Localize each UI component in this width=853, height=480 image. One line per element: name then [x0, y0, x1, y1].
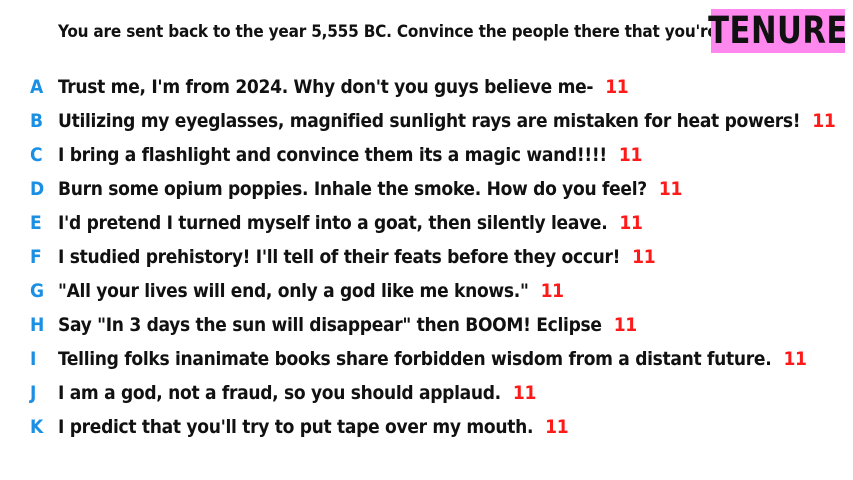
answer-row: K I predict that you'll try to put tape …: [0, 410, 853, 444]
answer-score: 11: [812, 110, 836, 132]
answer-letter: C: [30, 144, 43, 166]
answer-text: Say "In 3 days the sun will disappear" t…: [58, 314, 637, 336]
answer-letter: J: [30, 382, 37, 404]
answer-row: F I studied prehistory! I'll tell of the…: [0, 240, 853, 274]
answer-body: I predict that you'll try to put tape ov…: [58, 416, 534, 438]
answer-body: I am a god, not a fraud, so you should a…: [58, 382, 501, 404]
answer-text: Utilizing my eyeglasses, magnified sunli…: [58, 110, 836, 132]
answer-body: Burn some opium poppies. Inhale the smok…: [58, 178, 647, 200]
answer-body: "All your lives will end, only a god lik…: [58, 280, 529, 302]
answer-letter: G: [30, 280, 45, 302]
prompt-text: You are sent back to the year 5,555 BC. …: [58, 22, 776, 42]
answer-row: A Trust me, I'm from 2024. Why don't you…: [0, 70, 853, 104]
answer-text: Telling folks inanimate books share forb…: [58, 348, 807, 370]
answer-text: Burn some opium poppies. Inhale the smok…: [58, 178, 682, 200]
answer-text: I predict that you'll try to put tape ov…: [58, 416, 569, 438]
answer-row: J I am a god, not a fraud, so you should…: [0, 376, 853, 410]
answer-row: C I bring a flashlight and convince them…: [0, 138, 853, 172]
answer-score: 11: [618, 144, 643, 166]
answer-score: 11: [512, 382, 537, 404]
answer-row: E I'd pretend I turned myself into a goa…: [0, 206, 853, 240]
answer-letter: A: [30, 76, 44, 98]
answer-score: 11: [545, 416, 569, 438]
answer-body: Telling folks inanimate books share forb…: [58, 348, 772, 370]
answer-score: 11: [540, 280, 564, 302]
answer-score: 11: [613, 314, 637, 336]
answer-text: I studied prehistory! I'll tell of their…: [58, 246, 656, 268]
answer-letter: E: [30, 212, 42, 234]
answer-letter: K: [30, 416, 44, 438]
answer-score: 11: [605, 76, 629, 98]
answer-row: D Burn some opium poppies. Inhale the sm…: [0, 172, 853, 206]
answer-body: Utilizing my eyeglasses, magnified sunli…: [58, 110, 801, 132]
answer-text: "All your lives will end, only a god lik…: [58, 280, 564, 302]
answer-row: B Utilizing my eyeglasses, magnified sun…: [0, 104, 853, 138]
answer-body: I'd pretend I turned myself into a goat,…: [58, 212, 608, 234]
answer-body: Say "In 3 days the sun will disappear" t…: [58, 314, 602, 336]
answer-text: I bring a flashlight and convince them i…: [58, 144, 642, 166]
answer-row: H Say "In 3 days the sun will disappear"…: [0, 308, 853, 342]
answer-row: G "All your lives will end, only a god l…: [0, 274, 853, 308]
answer-score: 11: [619, 212, 643, 234]
answer-row: I Telling folks inanimate books share fo…: [0, 342, 853, 376]
answer-text: I'd pretend I turned myself into a goat,…: [58, 212, 643, 234]
answer-score: 11: [632, 246, 656, 268]
answer-letter: H: [30, 314, 45, 336]
answer-letter: B: [30, 110, 44, 132]
answer-text: I am a god, not a fraud, so you should a…: [58, 382, 536, 404]
answer-body: I studied prehistory! I'll tell of their…: [58, 246, 621, 268]
answer-score: 11: [783, 348, 807, 370]
answer-text: Trust me, I'm from 2024. Why don't you g…: [58, 76, 629, 98]
answer-body: Trust me, I'm from 2024. Why don't you g…: [58, 76, 594, 98]
logo-text: TENURE: [708, 9, 848, 53]
answer-score: 11: [658, 178, 683, 200]
answer-letter: F: [30, 246, 42, 268]
answer-letter: D: [30, 178, 45, 200]
tenure-logo: TENURE: [708, 9, 848, 53]
answer-letter: I: [30, 348, 37, 370]
answer-body: I bring a flashlight and convince them i…: [58, 144, 607, 166]
